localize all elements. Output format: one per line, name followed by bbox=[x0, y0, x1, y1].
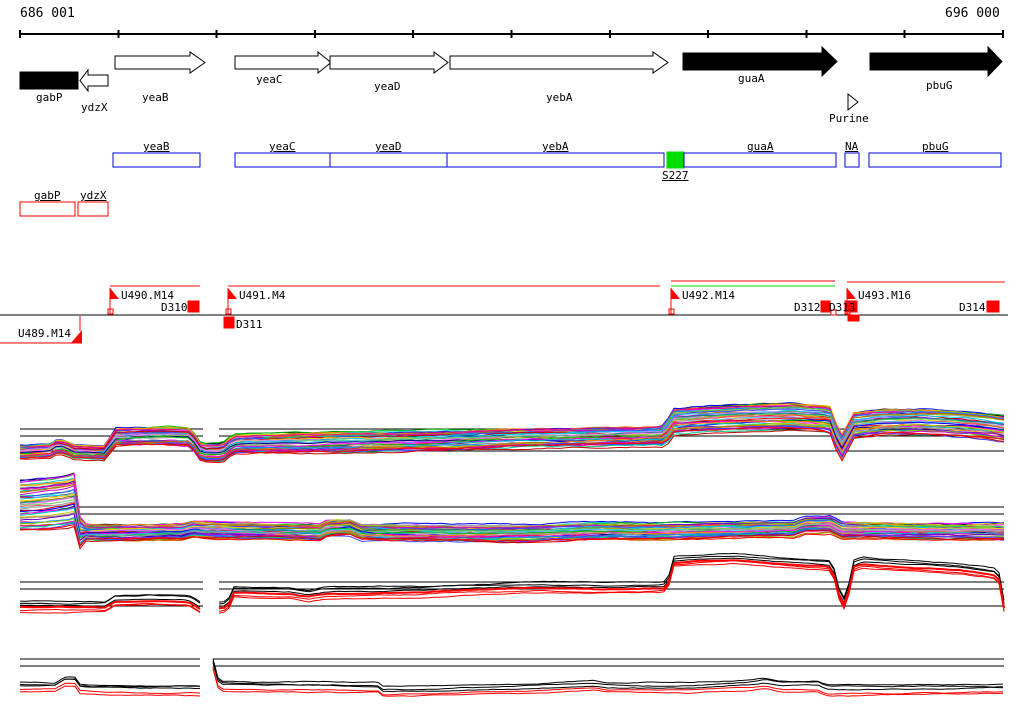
segment-box-yebA[interactable] bbox=[446, 152, 665, 168]
gene-arrow-pbuG[interactable] bbox=[869, 45, 1003, 78]
gene-gabP[interactable] bbox=[19, 71, 79, 90]
segment-box-pbuG[interactable] bbox=[868, 152, 1002, 168]
gene-arrow-yeaC[interactable] bbox=[234, 50, 332, 75]
coord-start: 686 001 bbox=[20, 6, 75, 21]
signal-panel-condition-signal-2 bbox=[19, 658, 1004, 697]
signal-line bbox=[19, 473, 1005, 529]
segment-box-yeaD[interactable] bbox=[329, 152, 448, 168]
probe-flag-U489.M14[interactable] bbox=[71, 330, 82, 343]
segment-box-NA[interactable] bbox=[844, 152, 860, 168]
segment-label-pbuG: pbuG bbox=[922, 140, 949, 153]
probe-flag-U493.M16[interactable] bbox=[847, 288, 856, 299]
probe-label-D314: D314 bbox=[959, 301, 986, 314]
segment-label-yeaC: yeaC bbox=[269, 140, 296, 153]
probe-flag-U490.M14[interactable] bbox=[110, 288, 119, 299]
signal-line bbox=[19, 472, 1005, 528]
segment-box-S227[interactable] bbox=[666, 151, 685, 169]
operon-label-gabP: gabP bbox=[34, 189, 61, 202]
operon-box-ydzX[interactable] bbox=[77, 201, 109, 217]
signal-line bbox=[19, 477, 1005, 530]
segment-label-S227: S227 bbox=[662, 169, 689, 182]
probe-label-D313: D313 bbox=[829, 301, 856, 314]
signal-line bbox=[218, 559, 1005, 610]
probe-box-D310[interactable] bbox=[187, 300, 200, 313]
segment-box-guaA[interactable] bbox=[683, 152, 837, 168]
segment-box-yeaC[interactable] bbox=[234, 152, 331, 168]
operon-label-ydzX: ydzX bbox=[80, 189, 107, 202]
gene-arrow-yebA[interactable] bbox=[449, 51, 669, 74]
signal-panel-array-signal-2 bbox=[19, 472, 1005, 550]
genome-browser-view: 686 001 696 000 gabP ydzX yeaB yeaC yeaD yebA… bbox=[0, 0, 1024, 714]
probe-label-U492.M14: U492.M14 bbox=[682, 289, 735, 302]
gene-label-Purine: Purine bbox=[829, 112, 869, 125]
gene-label-guaA: guaA bbox=[738, 72, 765, 85]
gene-label-yeaB: yeaB bbox=[142, 91, 169, 104]
probe-box-D311[interactable] bbox=[223, 316, 235, 329]
gene-label-yeaD: yeaD bbox=[374, 80, 401, 93]
segment-box-yeaB[interactable] bbox=[112, 152, 201, 168]
gene-label-yeaC: yeaC bbox=[256, 73, 283, 86]
gene-marker-Purine[interactable] bbox=[847, 92, 859, 112]
gene-label-yebA: yebA bbox=[546, 91, 573, 104]
probe-label-D310: D310 bbox=[161, 301, 188, 314]
signal-line bbox=[212, 662, 1004, 693]
probe-flag-U492.M14[interactable] bbox=[671, 288, 680, 299]
probe-label-U489.M14: U489.M14 bbox=[18, 327, 71, 340]
gene-label-pbuG: pbuG bbox=[926, 79, 953, 92]
signal-panel-condition-signal-1 bbox=[19, 552, 1005, 614]
probe-mark bbox=[847, 314, 860, 322]
signal-line bbox=[212, 666, 1004, 696]
probe-flag-U491.M4[interactable] bbox=[228, 288, 237, 299]
probe-label-U491.M4: U491.M4 bbox=[239, 289, 286, 302]
signal-line bbox=[19, 472, 1005, 529]
segment-label-yeaB: yeaB bbox=[143, 140, 170, 153]
probe-label-U493.M16: U493.M16 bbox=[858, 289, 911, 302]
gene-arrow-yeaD[interactable] bbox=[329, 51, 449, 74]
gene-label-ydzX: ydzX bbox=[81, 101, 108, 114]
segment-label-yebA: yebA bbox=[542, 140, 569, 153]
coord-end: 696 000 bbox=[945, 6, 1000, 21]
browser-graphics bbox=[0, 30, 1008, 697]
segment-label-NA: NA bbox=[845, 140, 859, 153]
signal-line bbox=[212, 658, 1004, 687]
probe-box-D314[interactable] bbox=[986, 300, 1000, 313]
operon-box-gabP[interactable] bbox=[19, 201, 76, 217]
signal-line bbox=[19, 678, 201, 690]
probe-label-D311: D311 bbox=[236, 318, 263, 331]
probe-label-D312: D312 bbox=[794, 301, 821, 314]
signal-panel-array-signal-1 bbox=[19, 402, 1005, 464]
gene-arrow-yeaB[interactable] bbox=[114, 51, 206, 74]
gene-arrow-ydzX[interactable] bbox=[79, 68, 109, 93]
signal-line bbox=[20, 472, 1005, 529]
segment-label-guaA: guaA bbox=[747, 140, 774, 153]
segment-label-yeaD: yeaD bbox=[375, 140, 402, 153]
gene-label-gabP: gabP bbox=[36, 91, 63, 104]
